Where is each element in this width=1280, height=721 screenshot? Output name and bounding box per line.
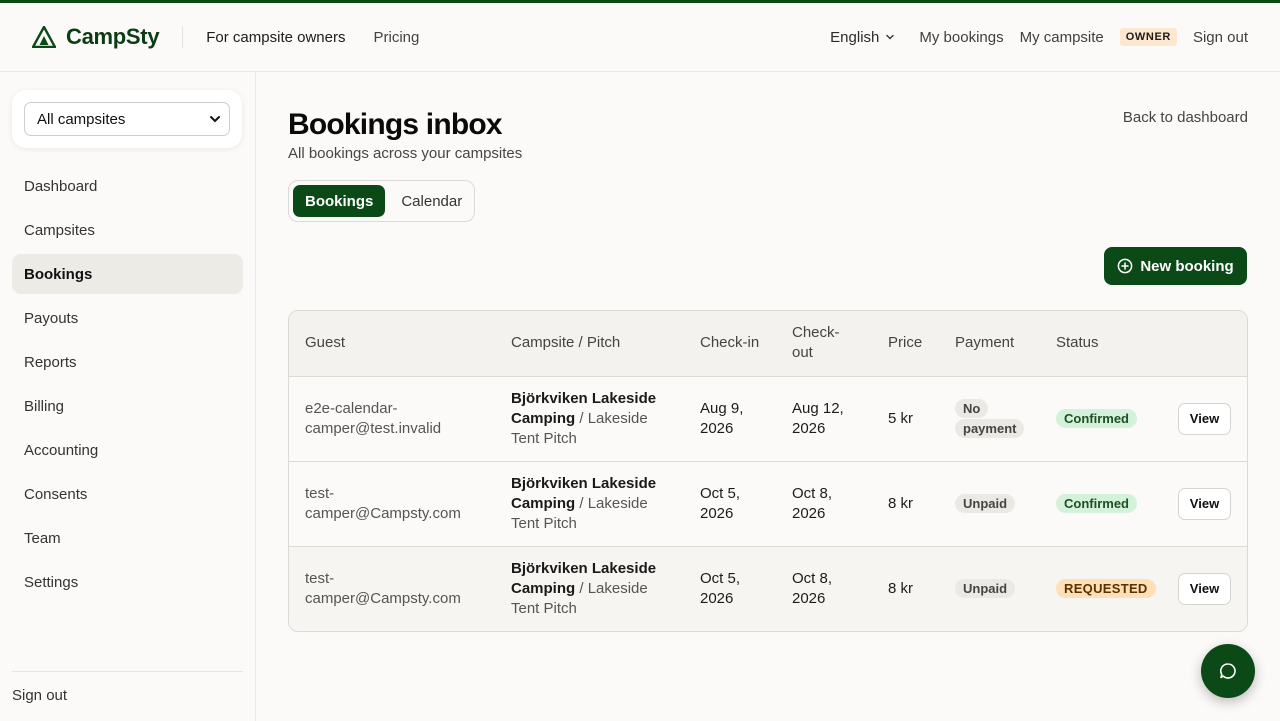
sidebar-item-reports[interactable]: Reports xyxy=(12,342,243,382)
payment-badge: Unpaid xyxy=(955,578,1016,598)
view-button[interactable]: View xyxy=(1178,487,1231,520)
check-out-date: Oct 8, 2026 xyxy=(792,569,833,607)
view-toggle: Bookings Calendar xyxy=(288,180,475,222)
column-header-price: Price xyxy=(888,334,923,352)
sidebar: All campsites Dashboard Campsites Bookin… xyxy=(0,72,256,721)
separator: / xyxy=(575,409,588,427)
check-out-date: Aug 12, 2026 xyxy=(792,399,844,437)
brand-name: CampSty xyxy=(66,24,160,49)
top-navigation: CampSty For campsite owners Pricing Engl… xyxy=(0,3,1280,72)
campsite-picker-card: All campsites xyxy=(12,90,242,148)
chevron-down-icon xyxy=(886,34,895,40)
table-row: test-camper@Campsty.com Björkviken Lakes… xyxy=(289,546,1247,631)
action-cell: View xyxy=(1162,376,1247,461)
status-cell: Confirmed xyxy=(1040,376,1162,461)
column-header-check-out: Check-out xyxy=(792,324,840,362)
nav-pricing[interactable]: Pricing xyxy=(373,29,419,46)
guest-email: test-camper@Campsty.com xyxy=(305,569,461,607)
tab-calendar[interactable]: Calendar xyxy=(389,185,474,217)
view-button[interactable]: View xyxy=(1178,402,1231,435)
check-in-date: Oct 5, 2026 xyxy=(700,484,741,522)
language-selector[interactable]: English xyxy=(830,29,895,46)
view-button[interactable]: View xyxy=(1178,572,1231,605)
column-header-actions xyxy=(1162,311,1247,376)
column-header-status: Status xyxy=(1056,334,1099,352)
sidebar-item-dashboard[interactable]: Dashboard xyxy=(12,166,243,206)
sidebar-item-billing[interactable]: Billing xyxy=(12,386,243,426)
sidebar-item-payouts[interactable]: Payouts xyxy=(12,298,243,338)
role-badge: OWNER xyxy=(1119,28,1177,46)
action-cell: View xyxy=(1162,546,1247,631)
separator: / xyxy=(575,579,588,597)
column-header-guest: Guest xyxy=(305,334,346,352)
new-booking-label: New booking xyxy=(1140,257,1234,275)
campsty-logo-icon xyxy=(32,26,56,48)
sidebar-nav: Dashboard Campsites Bookings Payouts Rep… xyxy=(12,166,243,606)
brand-logo[interactable]: CampSty xyxy=(32,23,160,51)
chat-bubble-icon xyxy=(1220,663,1236,679)
check-out-date: Oct 8, 2026 xyxy=(792,484,833,522)
payment-badge: No payment xyxy=(955,398,1025,438)
chevron-down-icon xyxy=(210,116,220,123)
chat-button[interactable] xyxy=(1201,644,1255,698)
status-cell: Confirmed xyxy=(1040,461,1162,546)
language-label: English xyxy=(830,28,880,46)
check-in-date: Aug 9, 2026 xyxy=(700,399,744,437)
payment-badge: Unpaid xyxy=(955,493,1016,513)
status-badge: Confirmed xyxy=(1056,493,1137,513)
nav-for-campsite-owners[interactable]: For campsite owners xyxy=(206,29,345,46)
new-booking-button[interactable]: New booking xyxy=(1104,247,1247,285)
sidebar-item-consents[interactable]: Consents xyxy=(12,474,243,514)
page-subtitle: All bookings across your campsites xyxy=(288,145,523,162)
sidebar-item-campsites[interactable]: Campsites xyxy=(12,210,243,250)
status-badge: Confirmed xyxy=(1056,408,1137,428)
price: 8 kr xyxy=(888,494,914,512)
my-campsite-link[interactable]: My campsite xyxy=(1020,29,1104,46)
sidebar-item-accounting[interactable]: Accounting xyxy=(12,430,243,470)
payment-cell: Unpaid xyxy=(939,546,1040,631)
page-title: Bookings inbox xyxy=(288,108,503,141)
sidebar-item-settings[interactable]: Settings xyxy=(12,562,243,602)
guest-email: test-camper@Campsty.com xyxy=(305,484,461,522)
price: 5 kr xyxy=(888,409,914,427)
table-row: test-camper@Campsty.com Björkviken Lakes… xyxy=(289,461,1247,546)
payment-cell: Unpaid xyxy=(939,461,1040,546)
table-row: e2e-calendar-camper@test.invalid Björkvi… xyxy=(289,376,1247,461)
campsite-pitch-cell: Björkviken Lakeside Camping / Lakeside T… xyxy=(495,546,684,631)
status-cell: REQUESTED xyxy=(1040,546,1162,631)
payment-cell: No payment xyxy=(939,376,1040,461)
tab-bookings[interactable]: Bookings xyxy=(293,185,386,217)
sidebar-sign-out[interactable]: Sign out xyxy=(12,671,243,704)
bookings-table: Guest Campsite / Pitch Check-in Check-ou… xyxy=(288,310,1248,632)
status-badge: REQUESTED xyxy=(1056,578,1156,598)
action-cell: View xyxy=(1162,461,1247,546)
sidebar-item-bookings[interactable]: Bookings xyxy=(12,254,243,294)
plus-circle-icon xyxy=(1117,258,1133,274)
back-to-dashboard-link[interactable]: Back to dashboard xyxy=(1123,109,1248,126)
header-divider xyxy=(182,26,184,48)
column-header-payment: Payment xyxy=(955,334,1015,352)
price: 8 kr xyxy=(888,579,914,597)
my-bookings-link[interactable]: My bookings xyxy=(919,29,1003,46)
sidebar-item-team[interactable]: Team xyxy=(12,518,243,558)
guest-email: e2e-calendar-camper@test.invalid xyxy=(305,399,442,437)
column-header-check-in: Check-in xyxy=(700,334,760,352)
column-header-campsite: Campsite / Pitch xyxy=(511,334,621,352)
check-in-date: Oct 5, 2026 xyxy=(700,569,741,607)
sign-out-link[interactable]: Sign out xyxy=(1193,29,1248,46)
separator: / xyxy=(575,494,588,512)
campsite-pitch-cell: Björkviken Lakeside Camping / Lakeside T… xyxy=(495,376,684,461)
campsite-select[interactable]: All campsites xyxy=(24,102,230,136)
campsite-pitch-cell: Björkviken Lakeside Camping / Lakeside T… xyxy=(495,461,684,546)
table-header-row: Guest Campsite / Pitch Check-in Check-ou… xyxy=(289,311,1247,376)
campsite-select-value: All campsites xyxy=(37,110,126,128)
